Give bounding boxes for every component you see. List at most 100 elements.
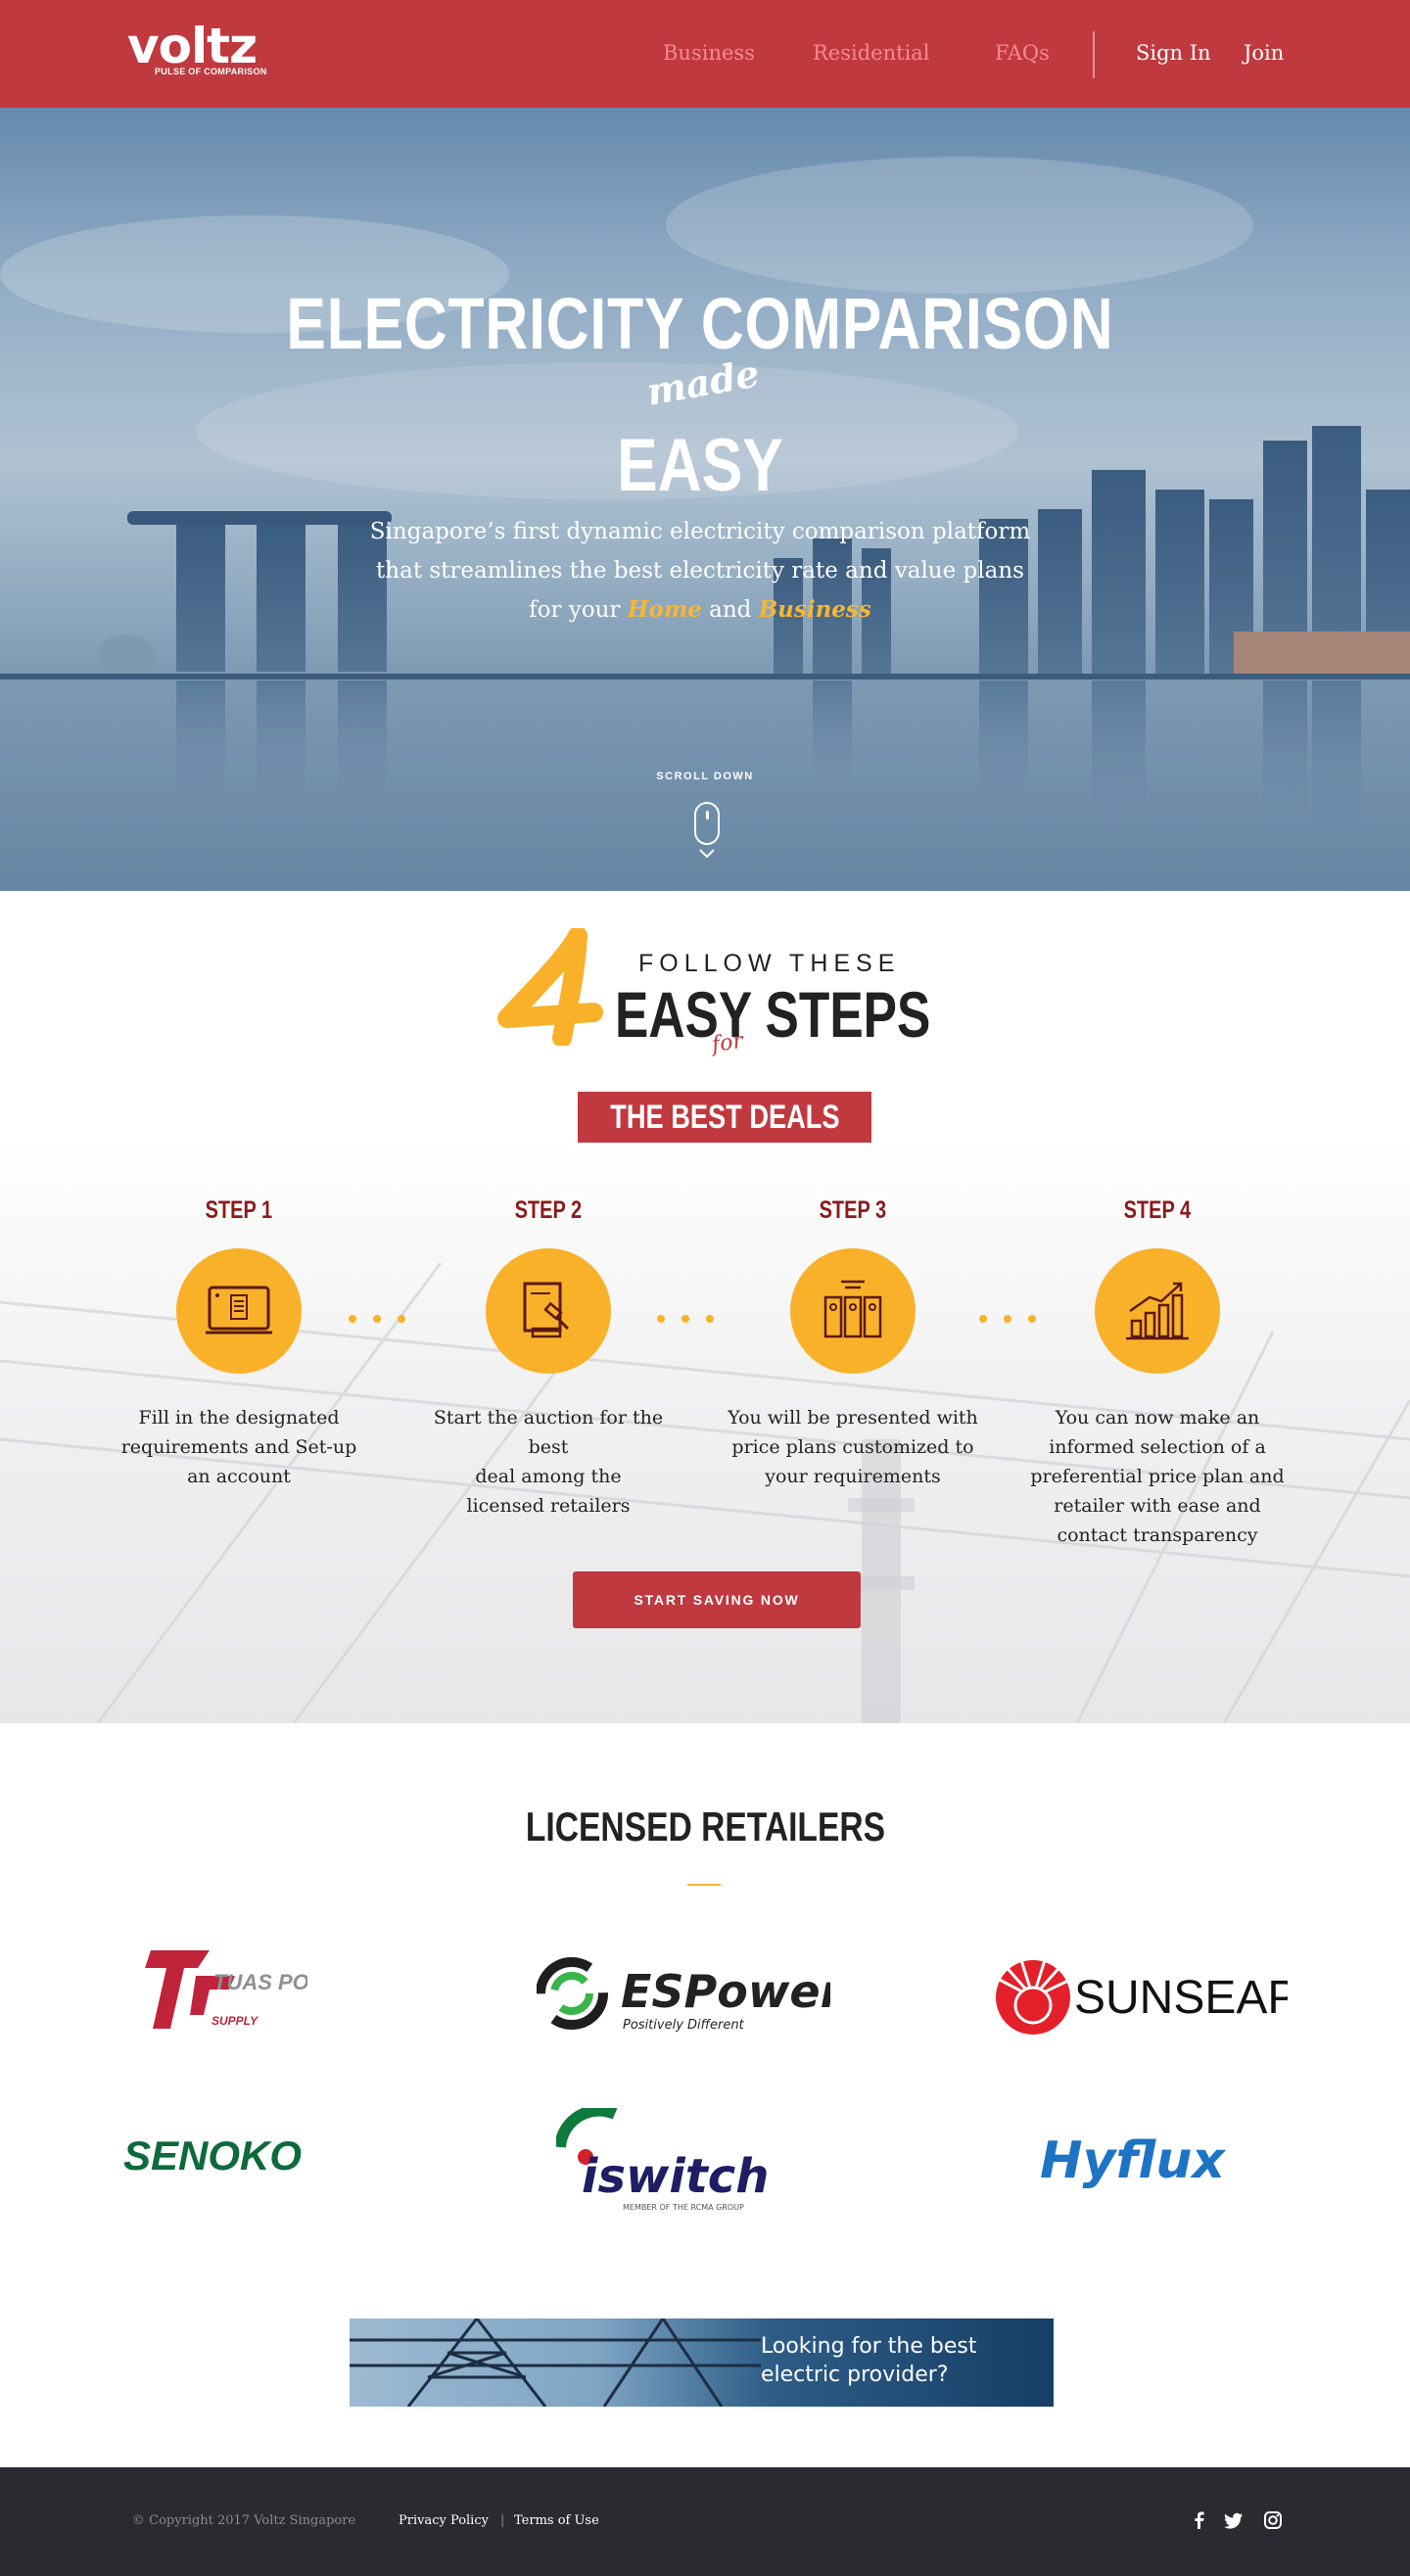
espower-sub: Positively Different [623,2018,745,2033]
hyflux-name: Hyflux [1040,2131,1226,2190]
hero-section: ELECTRICITY COMPARISON made EASY Singapo… [0,108,1410,891]
banner-line1: Looking for the best [761,2334,977,2359]
senoko-name: SENOKO [123,2132,302,2178]
step-2-circle [486,1248,611,1374]
hyflux-logo[interactable]: Hyflux [1040,2127,1255,2195]
hero-subtitle-and: and [709,597,752,623]
footer-link-separator: | [500,2513,505,2528]
step-text-line: Start the auction for the best [433,1407,664,1458]
for-script: for [710,1028,745,1058]
step-text-line: deal among the [475,1466,622,1487]
step-1-text: Fill in the designated requirements and … [107,1403,371,1491]
twitter-icon[interactable] [1224,2510,1244,2530]
banner-text: Looking for the best electric provider? [761,2332,976,2389]
nav-link-residential[interactable]: Residential [813,41,930,65]
big-four-script-numeral [497,928,603,1046]
hero-easy: EASY [617,424,783,507]
step-label: STEP 1 [205,1196,273,1224]
retailers-title-text: LICENSED RETAILERS [525,1803,885,1850]
transmission-tower-image [350,2318,761,2407]
senoko-mark: SENOKO [123,2132,302,2178]
logo-tagline: PULSE OF COMPARISON [155,67,267,76]
step-1: STEP 1 Fill in the designated requiremen… [107,1196,371,1491]
best-provider-banner[interactable]: Looking for the best electric provider? [350,2318,1054,2407]
steps-section: FOLLOW THESE EASY STEPS for THE BEST DEA… [0,891,1410,1723]
facebook-icon[interactable] [1190,2510,1209,2530]
senoko-logo[interactable]: SENOKO [123,2127,319,2185]
retailers-title: LICENSED RETAILERS [0,1803,1410,1850]
hero-subtitle-prefix: for your [529,597,621,623]
step-text-line: price plans customized to [731,1436,974,1458]
logo-wordmark: voltz [127,18,258,74]
step-connector-dots [349,1315,405,1323]
nav-link-business[interactable]: Business [663,41,755,65]
hero-subtitle-line1: Singapore’s first dynamic electricity co… [369,519,1031,544]
iswitch-mark: iswitch MEMBER OF THE RCMA GROUP [556,2108,769,2212]
instagram-icon[interactable] [1263,2510,1283,2530]
step-text-line: contact transparency [1057,1524,1258,1546]
step-2: STEP 2 Start the auction for the best de… [416,1196,681,1521]
chevron-down-icon [699,849,715,859]
scroll-mouse-icon[interactable] [694,802,720,845]
step-4: STEP 4 You can now make an informed sele… [1025,1196,1290,1550]
price-plans-icon [823,1280,882,1338]
privacy-policy-link[interactable]: Privacy Policy [399,2513,489,2528]
hero-subtitle-line2: that streamlines the best electricity ra… [376,558,1024,584]
step-4-circle [1095,1248,1220,1374]
step-text-line: an account [187,1466,291,1487]
best-deals-text: THE BEST DEALS [609,1099,840,1136]
site-footer: © Copyright 2017 Voltz Singapore Privacy… [0,2467,1410,2576]
growth-chart-icon [1126,1282,1189,1340]
step-2-text: Start the auction for the best deal amon… [416,1403,681,1521]
step-text-line: Fill in the designated [138,1407,340,1429]
step-label: STEP 4 [1123,1196,1192,1224]
step-4-text: You can now make an informed selection o… [1025,1403,1290,1550]
step-label: STEP 3 [819,1196,887,1224]
iswitch-logo[interactable]: iswitch MEMBER OF THE RCMA GROUP [556,2108,772,2216]
nav-link-faqs[interactable]: FAQs [995,41,1050,65]
top-navigation: voltz PULSE OF COMPARISON Business Resid… [0,0,1410,108]
sign-in-link[interactable]: Sign In [1136,41,1211,65]
step-text-line: informed selection of a [1049,1436,1266,1458]
tuas-power-logo[interactable]: TUAS POWER SUPPLY [141,1941,307,2038]
best-deals-badge: THE BEST DEALS [578,1092,871,1143]
start-saving-now-button[interactable]: START SAVING NOW [573,1571,861,1628]
tuas-power-mark: TUAS POWER SUPPLY [145,1950,307,2029]
step-text-line: You can now make an [1055,1407,1260,1429]
sunseap-logo[interactable]: SUNSEAP [994,1958,1288,2037]
espower-name: ESPower [621,1965,830,2018]
sunseap-name: SUNSEAP [1074,1972,1288,2024]
easy-steps-heading: EASY STEPS [615,978,931,1051]
hero-title: ELECTRICITY COMPARISON [286,283,1114,364]
hyflux-mark: Hyflux [1040,2131,1226,2190]
copyright-text: © Copyright 2017 Voltz Singapore [132,2513,356,2528]
step-connector-dots [657,1315,714,1323]
step-text-line: You will be presented with [728,1407,978,1429]
tuas-power-name: TUAS POWER [213,1970,307,1994]
step-text-line: licensed retailers [466,1495,631,1517]
retailers-title-underline [687,1884,721,1886]
follow-these-label: FOLLOW THESE [638,950,901,977]
step-text-line: requirements and Set-up [120,1436,357,1458]
hero-business-link[interactable]: Business [759,596,871,623]
espower-logo[interactable]: ESPower Positively Different [537,1950,830,2038]
step-text-line: your requirements [765,1466,941,1487]
step-3-text: You will be presented with price plans c… [721,1403,985,1491]
hero-subtitle: Singapore’s first dynamic electricity co… [362,512,1038,630]
hero-home-link[interactable]: Home [628,596,702,623]
licensed-retailers-section: LICENSED RETAILERS TUAS POWER SUPPLY ESP… [0,1723,1410,2467]
step-3: STEP 3 You will be presented with price … [721,1196,985,1491]
terms-of-use-link[interactable]: Terms of Use [514,2513,599,2528]
iswitch-name: iswitch [582,2149,769,2204]
auction-gavel-icon [523,1282,570,1338]
espower-mark: ESPower Positively Different [537,1957,830,2033]
nav-divider [1093,31,1095,78]
scroll-down-label[interactable]: SCROLL DOWN [0,771,1410,782]
computer-form-icon [206,1286,272,1335]
join-link[interactable]: Join [1244,41,1284,65]
step-1-circle [176,1248,302,1374]
voltz-logo[interactable]: voltz PULSE OF COMPARISON [127,22,267,76]
banner-line2: electric provider? [761,2363,949,2387]
step-3-circle [790,1248,916,1374]
iswitch-sub: MEMBER OF THE RCMA GROUP [623,2203,744,2212]
